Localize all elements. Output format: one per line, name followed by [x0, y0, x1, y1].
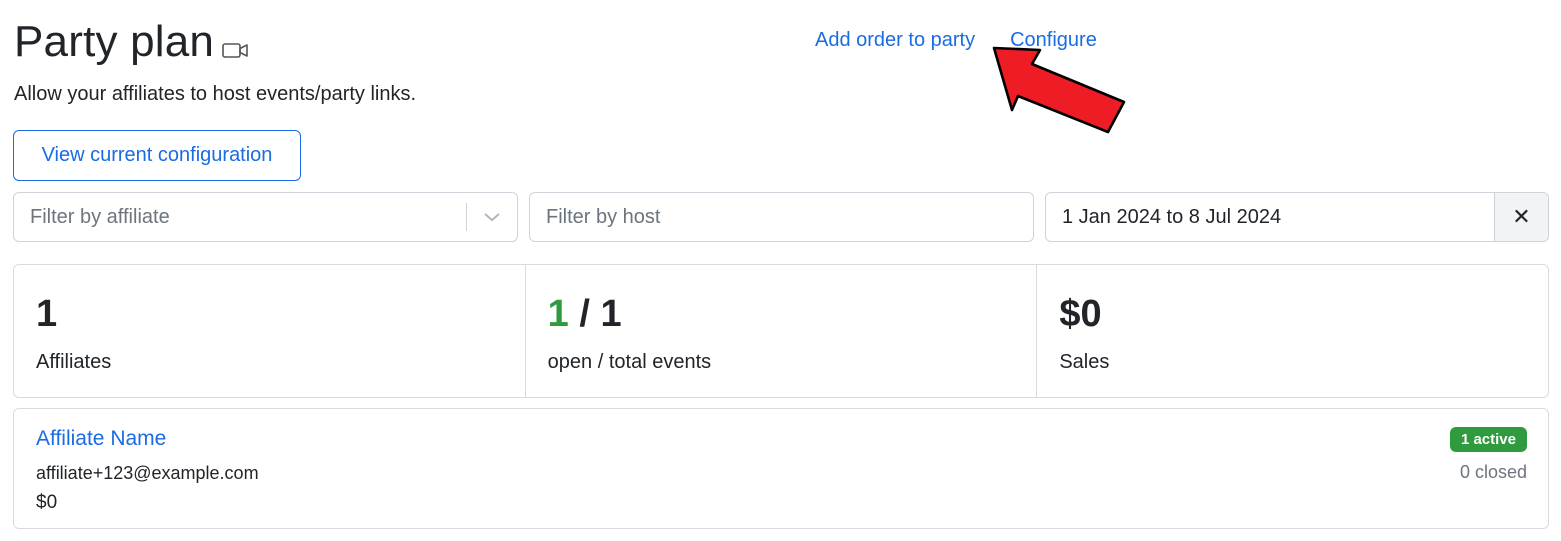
add-order-to-party-link[interactable]: Add order to party: [815, 27, 975, 53]
page-subtitle: Allow your affiliates to host events/par…: [14, 83, 417, 105]
stat-affiliates-value: 1: [36, 293, 58, 335]
chevron-down-icon[interactable]: [467, 193, 517, 241]
closed-events-count: 0 closed: [1459, 462, 1527, 482]
view-current-configuration-button[interactable]: View current configuration: [13, 130, 301, 181]
red-arrow-pointer-icon: [992, 46, 1126, 134]
host-filter[interactable]: [529, 192, 1034, 242]
date-range-input[interactable]: [1046, 193, 1494, 241]
page-title: Party plan: [14, 17, 215, 66]
active-events-badge: 1 active: [1449, 427, 1527, 452]
stat-events: 1 / 1 open / total events: [526, 265, 1038, 397]
stat-events-value: 1 / 1: [548, 291, 1015, 337]
host-filter-input[interactable]: [530, 193, 1033, 241]
stat-events-label: open / total events: [547, 351, 712, 373]
events-separator: /: [568, 293, 601, 335]
clear-date-button[interactable]: ✕: [1494, 193, 1548, 241]
open-events-count: 1: [547, 293, 569, 335]
affiliate-sales: $0: [36, 492, 58, 513]
date-range-filter[interactable]: ✕: [1045, 192, 1549, 242]
affiliate-card: Affiliate Name affiliate+123@example.com…: [13, 408, 1549, 529]
video-camera-icon[interactable]: [222, 40, 248, 60]
stat-affiliates: 1 Affiliates: [14, 265, 526, 397]
stat-affiliates-label: Affiliates: [36, 351, 112, 373]
stat-sales-value: $0: [1059, 293, 1102, 335]
total-events-count: 1: [600, 293, 622, 335]
affiliate-email: affiliate+123@example.com: [36, 463, 259, 483]
affiliate-filter-select[interactable]: [13, 192, 518, 242]
summary-stats: 1 Affiliates 1 / 1 open / total events $…: [13, 264, 1549, 398]
stat-sales: $0 Sales: [1037, 265, 1548, 397]
affiliate-filter-input[interactable]: [14, 193, 466, 241]
stat-sales-label: Sales: [1059, 351, 1110, 373]
affiliate-name-link[interactable]: Affiliate Name: [36, 426, 166, 452]
